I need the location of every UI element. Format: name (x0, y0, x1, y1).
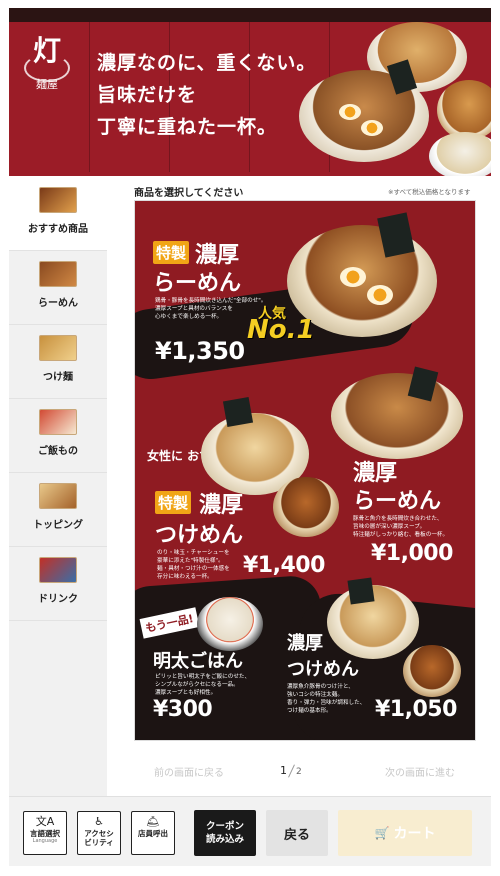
noren-top-strip (9, 8, 491, 22)
sidebar-item-label: ご飯もの (38, 446, 78, 457)
language-button[interactable]: 文A 言語選択 Language (23, 811, 67, 855)
sidebar-item-rice[interactable]: ご飯もの (9, 400, 107, 473)
drink-thumb-icon (39, 557, 77, 583)
tsukemen-soup-bowl-image (403, 645, 461, 697)
translate-icon: 文A (35, 815, 55, 828)
sidebar-item-tsukemen[interactable]: つけ麺 (9, 326, 107, 399)
accessibility-button[interactable]: ♿ アクセシ ビリティ (77, 811, 121, 855)
menu-poster[interactable]: 特製 濃厚 らーめん 鶏骨・豚骨を長時間炊き込んだ"全部のせ"。 濃厚スープと具… (134, 200, 476, 741)
ramen-thumb-icon (39, 261, 77, 287)
prev-page-button[interactable]: 前の画面に戻る (136, 754, 242, 788)
cart-button[interactable]: 🛒 カート (338, 810, 472, 856)
page-indicator: 12 (280, 764, 302, 778)
item-name-2: つけめん (287, 659, 359, 680)
next-page-button[interactable]: 次の画面に進む (364, 754, 476, 788)
shop-logo: 灯 麺屋 (22, 36, 72, 92)
item-description: 濃厚魚介豚骨のつけ汁と、 強いコシの特注太麺。 香り・弾力・旨味が調和した、 つ… (287, 684, 366, 714)
sidebar-item-label: トッピング (33, 520, 83, 531)
language-sub-label: Language (32, 838, 58, 844)
item-name-2: つけめん (155, 522, 244, 548)
sidebar-item-label: らーめん (38, 298, 78, 309)
ramen-egg-thumb-icon (39, 187, 77, 213)
category-sidebar: おすすめ商品 らーめん つけ麺 ご飯もの トッピング ドリンク (9, 178, 107, 796)
item-name: 濃厚 (287, 633, 323, 654)
current-page: 1 (280, 764, 287, 777)
rice-bowl-thumb-icon (39, 409, 77, 435)
accessibility-label: アクセシ ビリティ (84, 829, 114, 847)
tokusei-tag: 特製 (155, 491, 192, 514)
sidebar-item-label: ドリンク (38, 594, 78, 605)
header-banner: 灯 麺屋 濃厚なのに、重くない。 旨味だけを 丁寧に重ねた一杯。 (9, 8, 491, 176)
topping-thumb-icon (39, 483, 77, 509)
item-name-2: らーめん (353, 488, 442, 514)
item-price: ¥1,050 (375, 697, 457, 722)
item-name: 明太ごはん (153, 651, 243, 672)
coupon-read-button[interactable]: クーポン 読み込み (194, 810, 256, 856)
language-label: 言語選択 (30, 829, 60, 838)
item-price: ¥1,350 (155, 337, 245, 365)
call-staff-button[interactable]: 🛎 店員呼出 (131, 811, 175, 855)
item-price: ¥300 (153, 697, 213, 722)
total-pages: 2 (296, 767, 302, 777)
sidebar-item-drink[interactable]: ドリンク (9, 548, 107, 621)
call-staff-label: 店員呼出 (138, 829, 168, 838)
item-description: ピリッと旨い明太子をご飯にのせた、 シンプルながらクセになる一品。 濃厚スープと… (155, 674, 251, 696)
catchphrase-line-1: 濃厚なのに、重くない。 (97, 52, 317, 74)
cart-label: カート (393, 826, 436, 842)
sidebar-item-topping[interactable]: トッピング (9, 474, 107, 547)
cart-icon: 🛒 (374, 826, 390, 840)
sidebar-item-label: つけ麺 (43, 372, 73, 383)
bell-hand-icon: 🛎 (146, 815, 160, 828)
sidebar-item-ramen[interactable]: らーめん (9, 252, 107, 325)
sidebar-item-label: おすすめ商品 (28, 224, 88, 235)
item-name: 濃厚 (199, 492, 244, 518)
page-title: 商品を選択してください (134, 188, 244, 199)
no1-badge: No.1 (247, 315, 315, 345)
item-description: のり・味玉・チャーシューを 豪華に添えた"特製仕様"。 麺・具材・つけ汁の一体感… (157, 550, 230, 580)
banner-side-bowl-image (437, 80, 491, 140)
tsukemen-soup-bowl-image (273, 477, 339, 537)
tokusei-tag: 特製 (153, 241, 190, 264)
ramen-bowl-image (331, 373, 463, 459)
accessibility-icon: ♿ (94, 815, 104, 828)
item-price: ¥1,000 (371, 541, 453, 566)
back-button[interactable]: 戻る (266, 810, 328, 856)
tax-note: ※すべて税込価格となります (388, 188, 471, 196)
banner-rice-bowl-image (429, 132, 491, 176)
catchphrase-line-3: 丁寧に重ねた一杯。 (97, 116, 278, 138)
mentai-rice-bowl-image (197, 597, 263, 651)
item-price: ¥1,400 (243, 553, 325, 578)
catchphrase-line-2: 旨味だけを (97, 84, 198, 106)
sidebar-item-recommended[interactable]: おすすめ商品 (9, 178, 107, 251)
tsukemen-thumb-icon (39, 335, 77, 361)
item-description: 豚骨と魚介を長時間炊き合わせた、 旨味の層が深い濃厚スープ。 特注麺がしっかり絡… (353, 516, 449, 538)
item-name-2: らーめん (153, 270, 242, 296)
